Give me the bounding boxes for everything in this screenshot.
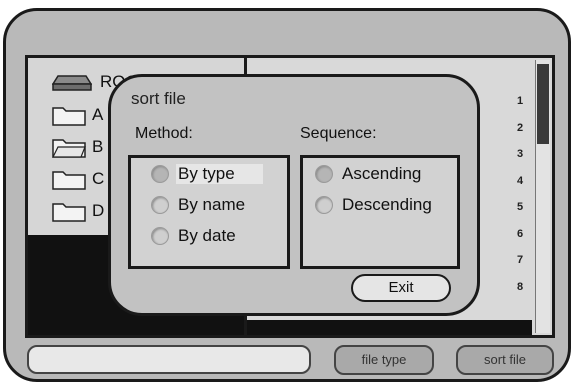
- method-option-label: By name: [178, 195, 246, 214]
- list-index: 6: [516, 227, 524, 240]
- sort-file-dialog: sort file Method: Sequence: By type By n…: [108, 74, 480, 316]
- tree-item-label: B: [92, 137, 104, 156]
- method-option-by-name[interactable]: By name: [151, 195, 245, 215]
- sort-file-button[interactable]: sort file: [456, 345, 554, 375]
- method-option-label: By date: [178, 226, 236, 245]
- folder-icon: [52, 171, 86, 190]
- drive-icon: [52, 75, 92, 91]
- list-index: 1: [516, 95, 524, 107]
- list-index: 3: [516, 148, 524, 160]
- radio-button-icon[interactable]: [151, 165, 169, 183]
- dialog-title: sort file: [131, 89, 186, 108]
- filename-input[interactable]: [27, 345, 311, 374]
- sequence-label: Sequence:: [300, 125, 377, 142]
- method-option-label: By type: [176, 164, 263, 184]
- folder-icon: [52, 203, 86, 222]
- method-label: Method:: [135, 125, 193, 142]
- list-index: 7: [516, 254, 524, 266]
- sequence-option-ascending[interactable]: Ascending: [315, 164, 421, 184]
- file-type-button[interactable]: file type: [334, 345, 434, 375]
- method-option-by-date[interactable]: By date: [151, 226, 236, 246]
- tree-item-label: D: [92, 201, 105, 220]
- folder-icon: [52, 107, 86, 126]
- tree-item-a[interactable]: A: [52, 104, 103, 126]
- sequence-option-label: Descending: [342, 195, 432, 214]
- right-pane-dark-area: [247, 320, 532, 335]
- exit-button[interactable]: Exit: [351, 274, 451, 302]
- list-index: 5: [516, 201, 524, 213]
- radio-button-icon[interactable]: [315, 196, 333, 214]
- tree-item-d[interactable]: D: [52, 200, 104, 222]
- method-group: By type By name By date: [128, 155, 290, 269]
- open-folder-icon: [52, 139, 86, 158]
- tree-item-label: A: [92, 105, 104, 124]
- sequence-option-descending[interactable]: Descending: [315, 195, 432, 215]
- tree-item-c[interactable]: C: [52, 168, 104, 190]
- method-option-by-type[interactable]: By type: [151, 164, 263, 184]
- radio-button-icon[interactable]: [315, 165, 333, 183]
- radio-button-icon[interactable]: [151, 227, 169, 245]
- list-index: 2: [516, 121, 524, 134]
- scrollbar-thumb[interactable]: [537, 64, 549, 144]
- tree-item-b[interactable]: B: [52, 136, 103, 158]
- radio-button-icon[interactable]: [151, 196, 169, 214]
- sequence-option-label: Ascending: [342, 164, 422, 183]
- list-index-column: 1 2 3 4 5 6 7 8: [510, 88, 530, 300]
- list-index: 4: [516, 174, 524, 187]
- tree-item-label: C: [92, 169, 105, 188]
- sequence-group: Ascending Descending: [300, 155, 460, 269]
- scrollbar[interactable]: [535, 60, 550, 333]
- list-index: 8: [516, 280, 524, 293]
